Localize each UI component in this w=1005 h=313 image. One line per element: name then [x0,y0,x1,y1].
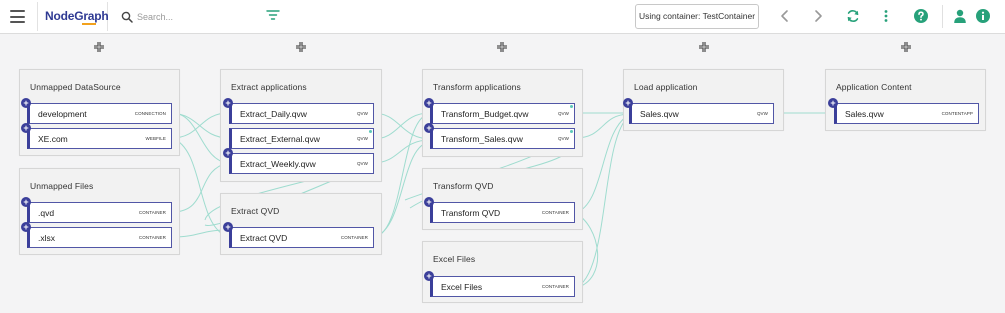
expand-node-icon[interactable]: + [623,98,633,108]
expand-node-icon[interactable]: + [223,222,233,232]
status-dot [570,130,573,133]
node-type: CONTAINER [138,210,166,215]
expand-node-icon[interactable]: + [424,271,434,281]
node-transform-sales[interactable]: + Transform_Sales.qvw QVW [424,123,575,149]
node-label: Excel Files [441,282,483,292]
status-dot [369,130,372,133]
group-title: Load application [634,82,698,92]
node-extract-daily[interactable]: + Extract_Daily.qvw QVW [223,98,374,124]
node-type: CONTAINER [541,210,569,215]
logo[interactable]: NodeGraph [37,2,109,31]
node-type: QVW [356,111,368,116]
node-type: CONTAINER [138,235,166,240]
logo-underline [82,23,96,25]
search-input[interactable] [137,9,247,24]
collapse-column-5-icon[interactable] [901,42,911,52]
node-xe-com[interactable]: + XE.com WEBFILE [21,123,172,149]
node-type: QVW [356,136,368,141]
node-excel-files[interactable]: + Excel Files CONTAINER [424,271,575,297]
node-label: Sales.qvw [640,109,679,119]
collapse-column-1-icon[interactable] [94,42,104,52]
node-type: CONTAINER [340,235,368,240]
node-xlsx[interactable]: + .xlsx CONTAINER [21,222,172,248]
node-type: CONNECTION [134,111,166,116]
expand-node-icon[interactable]: + [424,197,434,207]
toolbar-divider [942,5,943,28]
node-label: Extract_Weekly.qvw [240,159,316,169]
help-icon[interactable] [913,8,929,24]
expand-node-icon[interactable]: + [424,98,434,108]
node-type: CONTAINER [541,284,569,289]
more-icon[interactable] [878,8,894,24]
node-type: QVW [557,111,569,116]
node-type: QVW [356,161,368,166]
top-bar: NodeGraph Using container: TestContainer [0,0,1005,34]
expand-node-icon[interactable]: + [424,123,434,133]
back-icon[interactable] [777,8,793,24]
group-title: Transform QVD [433,181,494,191]
forward-icon[interactable] [810,8,826,24]
info-icon[interactable] [975,8,991,24]
node-type: QVW [756,111,768,116]
expand-node-icon[interactable]: + [21,98,31,108]
expand-node-icon[interactable]: + [21,123,31,133]
collapse-column-2-icon[interactable] [296,42,306,52]
group-title: Application Content [836,82,912,92]
expand-node-icon[interactable]: + [21,197,31,207]
node-transform-qvd[interactable]: + Transform QVD CONTAINER [424,197,575,223]
node-label: XE.com [38,134,68,144]
group-title: Unmapped Files [30,181,94,191]
user-icon[interactable] [952,8,968,24]
expand-node-icon[interactable]: + [828,98,838,108]
node-transform-budget[interactable]: + Transform_Budget.qvw QVW [424,98,575,124]
container-button[interactable]: Using container: TestContainer [635,4,759,29]
node-development[interactable]: + development CONNECTION [21,98,172,124]
group-title: Extract applications [231,82,307,92]
filter-icon[interactable] [266,9,280,21]
node-label: .qvd [38,208,55,218]
expand-node-icon[interactable]: + [223,98,233,108]
node-load-sales[interactable]: + Sales.qvw QVW [623,98,774,124]
node-label: Transform QVD [441,208,501,218]
node-label: development [38,109,87,119]
group-title: Transform applications [433,82,521,92]
collapse-column-3-icon[interactable] [497,42,507,52]
node-extract-weekly[interactable]: + Extract_Weekly.qvw QVW [223,148,374,174]
node-extract-qvd[interactable]: + Extract QVD CONTAINER [223,222,374,248]
node-label: Transform_Sales.qvw [441,134,523,144]
expand-node-icon[interactable]: + [21,222,31,232]
node-type: WEBFILE [145,136,166,141]
group-title: Excel Files [433,254,476,264]
expand-node-icon[interactable]: + [223,148,233,158]
collapse-column-4-icon[interactable] [699,42,709,52]
node-type: CONTENTAPP [941,111,973,116]
node-label: Transform_Budget.qvw [441,109,529,119]
node-label: Extract QVD [240,233,288,243]
node-type: QVW [557,136,569,141]
node-qvd[interactable]: + .qvd CONTAINER [21,197,172,223]
logo-text: NodeGraph [45,9,109,23]
group-title: Unmapped DataSource [30,82,121,92]
refresh-icon[interactable] [845,8,861,24]
node-label: Sales.qvw [845,109,884,119]
node-extract-external[interactable]: Extract_External.qvw QVW [229,128,374,149]
search-icon [121,11,133,23]
status-dot [570,105,573,108]
node-label: .xlsx [38,233,55,243]
node-label: Extract_Daily.qvw [240,109,307,119]
node-label: Extract_External.qvw [240,134,320,144]
menu-icon[interactable] [10,10,25,23]
group-title: Extract QVD [231,206,280,216]
node-content-sales[interactable]: + Sales.qvw CONTENTAPP [828,98,979,124]
